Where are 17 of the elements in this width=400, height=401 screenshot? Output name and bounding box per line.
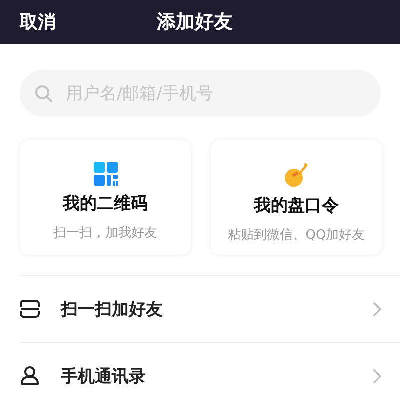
qr-code-icon <box>94 162 118 186</box>
menu-item[interactable]: 扫一扫加好友 <box>20 275 400 342</box>
scan-icon <box>20 300 40 318</box>
card-subtitle: 粘贴到微信、QQ加好友 <box>228 227 366 244</box>
card[interactable]: 我的二维码 扫一扫，加我好友 <box>20 140 191 255</box>
card-title: 我的二维码 <box>63 193 148 215</box>
menu-item[interactable]: 手机通讯录 <box>20 342 400 401</box>
key-icon <box>284 162 310 188</box>
search-icon <box>35 85 53 103</box>
person-icon <box>20 366 40 386</box>
card[interactable]: 我的盘口令 粘贴到微信、QQ加好友 <box>211 140 382 255</box>
chevron-icon <box>373 302 382 316</box>
card-title: 我的盘口令 <box>254 195 339 217</box>
card-subtitle: 扫一扫，加我好友 <box>54 225 158 242</box>
cancel-button[interactable]: 取消 <box>20 10 56 34</box>
chevron-icon <box>373 368 382 384</box>
page-title: 添加好友 <box>157 10 233 35</box>
